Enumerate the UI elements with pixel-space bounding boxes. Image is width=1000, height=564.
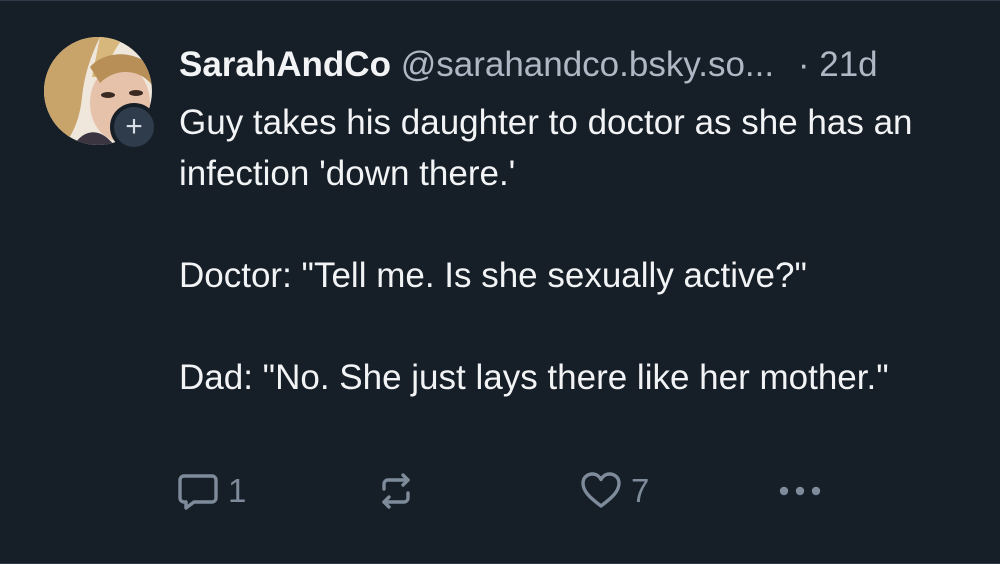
author-display-name[interactable]: SarahAndCo [179, 45, 391, 84]
post-paragraph: Doctor: "Tell me. Is she sexually active… [179, 256, 807, 295]
post-text: Guy takes his daughter to doctor as she … [179, 97, 959, 403]
plus-icon: + [125, 110, 143, 143]
reply-button[interactable]: 1 [176, 469, 246, 513]
like-button[interactable]: 7 [579, 469, 649, 513]
reply-count: 1 [228, 472, 247, 509]
repost-button[interactable] [374, 469, 418, 513]
like-count: 7 [631, 472, 650, 509]
separator-dot: · [797, 45, 810, 84]
author-handle[interactable]: @sarahandco.bsky.so... [401, 45, 774, 84]
post-header: SarahAndCo @sarahandco.bsky.so... · 21d [179, 43, 979, 87]
post-actions: 1 7 [176, 469, 836, 513]
post-timestamp[interactable]: 21d [819, 45, 877, 84]
comment-icon [178, 474, 218, 510]
repost-icon [382, 473, 410, 509]
heart-icon [581, 472, 621, 508]
more-options-icon [779, 486, 821, 496]
post-card[interactable]: + SarahAndCo @sarahandco.bsky.so... · 21… [0, 0, 1000, 564]
post-paragraph: Guy takes his daughter to doctor as she … [179, 103, 913, 193]
avatar-container: + [44, 37, 158, 151]
more-options-button[interactable] [774, 469, 826, 513]
post-paragraph: Dad: "No. She just lays there like her m… [179, 358, 889, 397]
follow-button[interactable]: + [110, 103, 158, 151]
